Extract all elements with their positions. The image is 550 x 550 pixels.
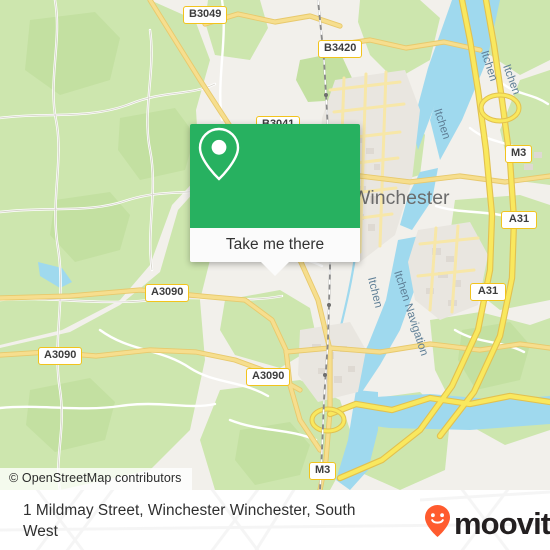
take-me-there-label: Take me there [225,236,325,253]
road-shield: B3049 [183,6,228,24]
osm-attribution[interactable]: © OpenStreetMap contributors [0,468,192,490]
road-shield: B3420 [318,40,363,58]
road-shield: A31 [470,283,506,301]
moovit-map-page: Winchester Itchen Itchen Itchen Itchen I… [0,0,550,550]
road-shield: A3090 [145,284,190,302]
road-shield: M3 [505,145,533,163]
moovit-wordmark: moovit [454,506,550,541]
take-me-there-button[interactable]: Take me there [190,228,360,276]
address-text: 1 Mildmay Street, Winchester Winchester,… [23,502,356,540]
road-shield: A3090 [38,347,83,365]
map-canvas[interactable]: Winchester Itchen Itchen Itchen Itchen I… [0,0,550,490]
map-city-label: Winchester [352,187,450,209]
moovit-pin-icon [424,504,451,543]
popup-icon-area [190,124,360,228]
road-shield: A31 [501,211,537,229]
map-pin-icon [198,127,304,206]
road-shield: A3090 [246,368,291,386]
popup-tail [261,262,289,276]
location-popup-card[interactable]: Take me there [190,124,360,276]
moovit-logo[interactable]: moovit [424,504,550,543]
road-shield: M3 [309,462,337,480]
